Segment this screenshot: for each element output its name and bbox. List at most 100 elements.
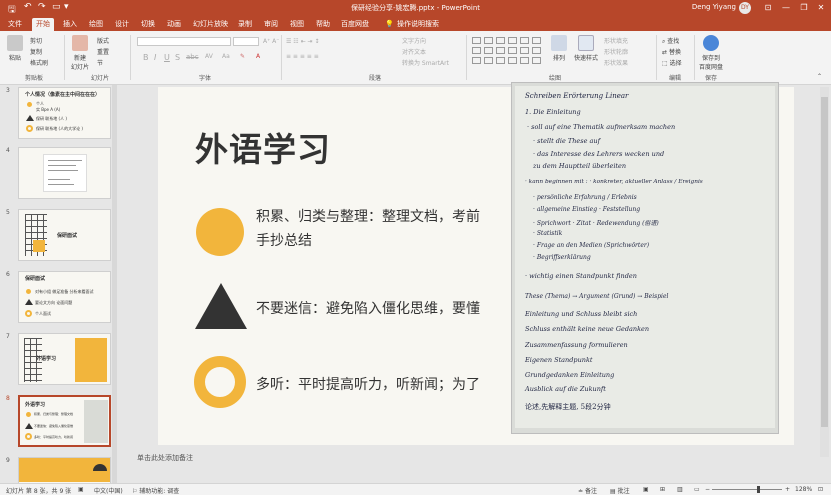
bullet-text-1[interactable]: 积累、归类与整理：整理文档，考前 手抄总结 [256,205,480,253]
slide-thumbnail-3[interactable]: 个人情况（像素在主中间在在在） 个人 实 Bpe A (A) 保研 联系地 (人… [18,87,111,139]
bullet-text-3[interactable]: 多听：平时提高听力，听新闻；为了 [256,373,480,397]
shadow-icon[interactable]: S [175,53,180,62]
notes-placeholder[interactable]: 单击此处添加备注 [137,453,193,463]
font-name-box[interactable] [137,37,231,46]
thumbnail-number: 4 [6,147,10,154]
tab-review[interactable]: 审阅 [260,18,282,31]
slide-thumbnail-5[interactable]: 保研面试 [18,209,111,261]
handwriting-line: These (Thema) → Argument (Grund) → Beisp… [525,293,669,300]
slideshow-icon[interactable]: ▭ [694,486,700,493]
language-indicator[interactable]: 中文(中国) [94,486,123,495]
handwriting-line: · persönliche Erfahrung / Erlebnis [533,194,637,201]
zoom-in-icon[interactable]: + [785,486,790,493]
tab-insert[interactable]: 插入 [59,18,81,31]
tab-help[interactable]: 帮助 [312,18,334,31]
user-name[interactable]: Deng Yiyang [692,3,736,11]
editor-scrollbar[interactable] [820,87,829,457]
format-painter-button[interactable]: 格式刷 [30,58,48,67]
tab-baidu-netdisk[interactable]: 百度网盘 [337,18,373,31]
slide-thumbnail-6[interactable]: 保研面试 对有小组 做足准备 分析来看面试 要论文方向 论面问题 个人面试 [18,271,111,323]
replace-button[interactable]: ⇄ 替换 [662,47,681,56]
cut-button[interactable]: 剪切 [30,36,42,45]
zoom-slider-handle[interactable] [757,486,760,493]
strikethrough-icon[interactable]: abc [186,53,199,61]
smartart-button[interactable]: 转换为 SmartArt [402,58,449,67]
slide-sorter-icon[interactable]: ⊞ [660,486,665,493]
reset-button[interactable]: 重置 [97,47,109,56]
text-direction-button[interactable]: 文字方向 [402,36,426,45]
character-spacing-icon[interactable]: AV [205,53,213,60]
tab-file[interactable]: 文件 [4,18,26,31]
minimize-button[interactable]: — [779,1,793,15]
save-to-baidu-button[interactable]: 保存到 百度网盘 [698,35,724,71]
handwritten-notes-image[interactable]: Schreiben Erörterung Linear 1. Die Einle… [511,82,779,434]
font-size-box[interactable] [233,37,259,46]
font-group-label: 字体 [198,75,211,82]
fit-to-window-icon[interactable]: ⊡ [818,486,823,493]
slide-title[interactable]: 外语学习 [195,123,331,171]
select-button[interactable]: ⬚ 选择 [662,58,682,67]
tab-design[interactable]: 设计 [111,18,133,31]
bold-icon[interactable]: B [143,53,149,62]
ring-icon [194,356,246,408]
select-icon: ⬚ [662,60,670,67]
scrollbar-thumb[interactable] [821,97,828,427]
triangle-icon [26,115,34,121]
font-color-icon[interactable]: A [256,53,260,60]
paste-button[interactable]: 粘贴 [3,35,27,62]
tell-me-search[interactable]: 操作说明搜索 [393,18,443,31]
collapse-ribbon-icon[interactable]: ⌃ [817,73,822,80]
tab-transitions[interactable]: 切换 [137,18,159,31]
new-slide-button[interactable]: 新建 幻灯片 [68,35,92,71]
align-text-button[interactable]: 对齐文本 [402,47,426,56]
zoom-level[interactable]: 128% [795,486,812,493]
align-icons[interactable]: ≡ ≡ ≡ ≡ ≡ [286,53,319,60]
section-button[interactable]: 节 [97,58,103,67]
zoom-slider[interactable] [712,489,782,490]
bullets-icon[interactable]: ☰ ☷ ⇤ ⇥ ↕ [286,38,319,45]
handwriting-line: Einleitung und Schluss bleibt sich [525,310,638,318]
highlight-icon[interactable]: ✎ [240,53,245,60]
copy-button[interactable]: 复制 [30,47,42,56]
tab-draw[interactable]: 绘图 [85,18,107,31]
zoom-out-icon[interactable]: − [705,486,710,493]
tab-view[interactable]: 视图 [286,18,308,31]
slide-thumbnail-8[interactable]: 外语学习 积累、归类与整理：整理文档 不要迷信：避免陷入僵化思维 多听：平时提高… [18,395,111,447]
accessibility-status[interactable]: ⚐ 辅助功能: 调查 [132,486,179,495]
normal-view-icon[interactable]: ▣ [643,486,649,493]
slide-thumbnail-4[interactable] [18,147,111,199]
bullet-text-2[interactable]: 不要迷信：避免陷入僵化思维，要懂 [256,297,480,321]
shape-outline-button[interactable]: 形状轮廓 [604,47,628,56]
ribbon-display-options-icon[interactable]: ⊡ [761,1,775,15]
change-case-icon[interactable]: Aa [222,53,230,60]
handwriting-line: · Frage an den Medien (Sprichwörter) [533,242,650,249]
editing-group-label: 编辑 [668,75,681,82]
slide-thumbnail-7[interactable]: 外语学习 [18,333,111,385]
slide-thumbnail-9[interactable] [18,457,111,483]
shape-fill-button[interactable]: 形状填充 [604,36,628,45]
shape-effects-button[interactable]: 形状效果 [604,58,628,67]
thumbnail-number: 8 [6,395,10,402]
tab-home[interactable]: 开始 [32,18,54,31]
spell-check-icon[interactable]: ▣ [78,486,84,493]
ring-icon [25,433,32,440]
triangle-icon [25,299,33,305]
italic-icon[interactable]: I [154,53,156,62]
arrange-button[interactable]: 排列 [547,35,571,62]
tab-animations[interactable]: 动画 [163,18,185,31]
comments-button[interactable]: ▤ 批注 [610,486,630,495]
tab-slideshow[interactable]: 幻灯片放映 [189,18,232,31]
avatar[interactable]: DY [739,2,751,14]
tab-record[interactable]: 录制 [234,18,256,31]
thumbnail-number: 3 [6,87,10,94]
quick-styles-button[interactable]: 快速样式 [572,35,600,62]
restore-button[interactable]: ❐ [797,1,811,15]
underline-icon[interactable]: U [164,53,170,62]
layout-button[interactable]: 版式 [97,36,109,45]
grow-font-icon[interactable]: A⁺ A⁻ [263,38,279,45]
close-button[interactable]: ✕ [814,1,828,15]
notes-button[interactable]: ≐ 备注 [578,486,597,495]
reading-view-icon[interactable]: ▥ [677,486,683,493]
group-divider [694,35,695,80]
find-button[interactable]: ⌕ 查找 [662,36,679,46]
